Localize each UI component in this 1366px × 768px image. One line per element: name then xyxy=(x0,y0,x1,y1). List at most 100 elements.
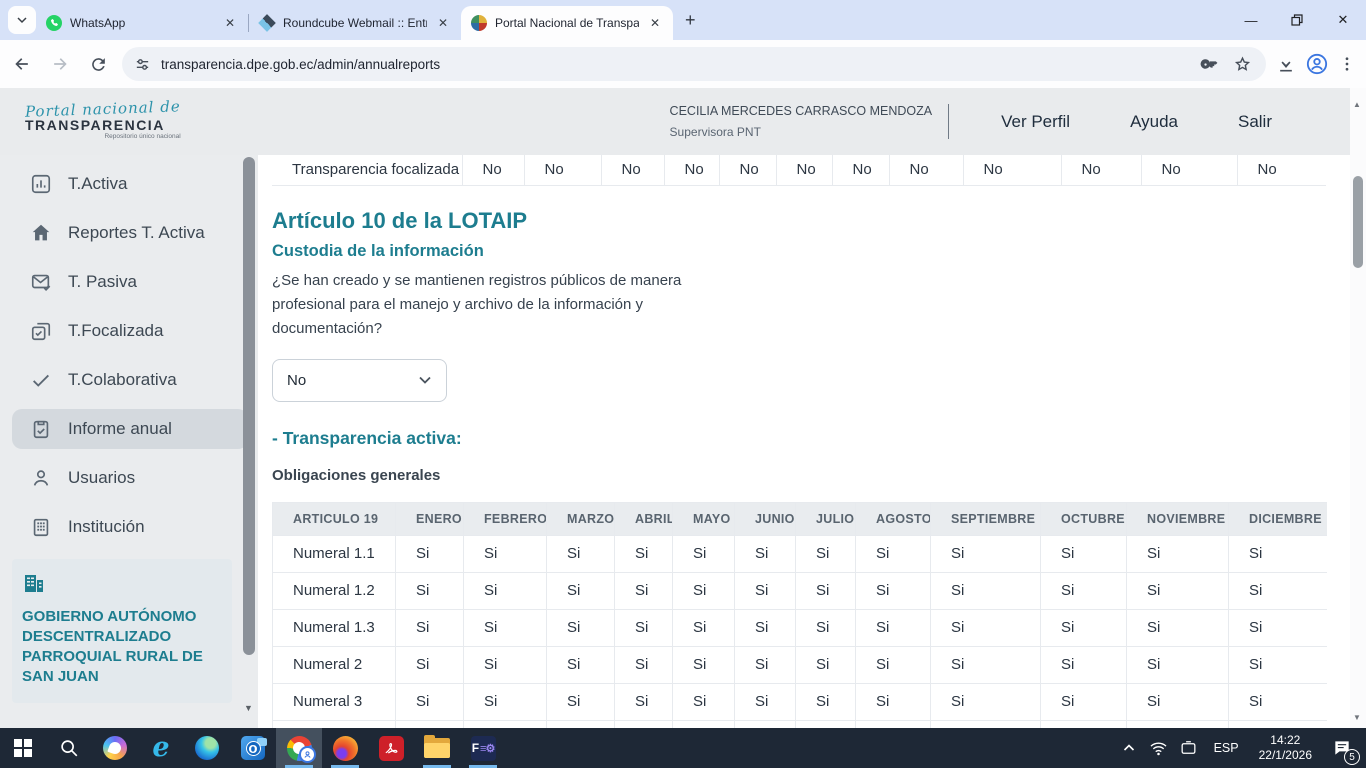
display-device-icon[interactable] xyxy=(1176,728,1202,768)
sidebar-item-t-pasiva[interactable]: T. Pasiva xyxy=(12,262,248,302)
firefox-button[interactable] xyxy=(322,728,368,768)
sidebar-item-reportes-t-activa[interactable]: Reportes T. Activa xyxy=(12,213,248,253)
scroll-down-icon[interactable]: ▼ xyxy=(1353,713,1361,722)
table-cell: Si xyxy=(1127,683,1229,720)
table-cell: Si xyxy=(615,535,673,572)
taskbar-search-button[interactable] xyxy=(46,728,92,768)
sidebar-scrollbar[interactable]: ▼ xyxy=(243,157,255,717)
page-scrollbar[interactable]: ▲ ▼ xyxy=(1350,88,1366,728)
downloads-icon[interactable] xyxy=(1276,54,1296,74)
outlook-button[interactable]: o xyxy=(230,728,276,768)
tab-portal-active[interactable]: Portal Nacional de Transparenci ✕ xyxy=(461,6,673,40)
table-cell: Si xyxy=(1127,720,1229,728)
table-cell: Si xyxy=(547,683,615,720)
url-bar[interactable]: transparencia.dpe.gob.ec/admin/annualrep… xyxy=(122,47,1266,81)
close-button[interactable]: ✕ xyxy=(1320,0,1366,40)
minimize-button[interactable]: — xyxy=(1228,0,1274,40)
mail-check-icon xyxy=(30,271,54,293)
tab-close-icon[interactable]: ✕ xyxy=(647,15,663,31)
user-role: Supervisora PNT xyxy=(670,125,933,139)
sidebar-scroll-down-icon[interactable]: ▼ xyxy=(244,703,253,713)
taskbar: e o F≡⚙ ESP 14:22 22/1/2026 xyxy=(0,728,1366,768)
table-cell: Si xyxy=(396,535,464,572)
bookmark-star-icon[interactable] xyxy=(1233,55,1252,74)
restore-button[interactable] xyxy=(1274,0,1320,40)
answer-select[interactable]: No xyxy=(272,359,447,402)
password-key-icon[interactable] xyxy=(1200,55,1219,74)
sidebar-item-t-colaborativa[interactable]: T.Colaborativa xyxy=(12,360,248,400)
table-row: Numeral 1.3SiSiSiSiSiSiSiSiSiSiSiSi xyxy=(273,609,1327,646)
organization-panel[interactable]: GOBIERNO AUTÓNOMO DESCENTRALIZADO PARROQ… xyxy=(12,559,232,703)
subsection-title: Obligaciones generales xyxy=(272,467,1350,484)
tab-close-icon[interactable]: ✕ xyxy=(435,15,451,31)
reload-icon[interactable] xyxy=(82,48,114,80)
chrome-button[interactable] xyxy=(276,728,322,768)
table-cell: Si xyxy=(396,572,464,609)
obligaciones-table: ARTICULO 19ENEROFEBREROMARZOABRILMAYOJUN… xyxy=(272,502,1327,729)
table-cell: Si xyxy=(856,572,931,609)
sidebar-scrollbar-thumb[interactable] xyxy=(243,157,255,655)
check-icon xyxy=(30,369,54,391)
edge-button[interactable] xyxy=(184,728,230,768)
table-cell: Si xyxy=(547,609,615,646)
column-header: FEBRERO xyxy=(464,502,547,535)
site-settings-icon[interactable] xyxy=(134,56,151,73)
portal-logo[interactable]: Portal nacional de TRANSPARENCIA Reposit… xyxy=(25,102,181,141)
ver-perfil-link[interactable]: Ver Perfil xyxy=(971,112,1100,132)
table-cell: Si xyxy=(396,609,464,646)
file-explorer-button[interactable] xyxy=(414,728,460,768)
table-cell: Si xyxy=(931,609,1041,646)
menu-kebab-icon[interactable] xyxy=(1338,55,1356,73)
tray-chevron-up-icon[interactable] xyxy=(1116,728,1142,768)
table-cell: Si xyxy=(931,535,1041,572)
acrobat-button[interactable] xyxy=(368,728,414,768)
tab-roundcube[interactable]: Roundcube Webmail :: Entrada ✕ xyxy=(249,6,461,40)
internet-explorer-button[interactable]: e xyxy=(138,728,184,768)
sidebar-item-institucion[interactable]: Institución xyxy=(12,507,248,547)
tab-search-button[interactable] xyxy=(8,6,36,34)
sidebar-item-t-activa[interactable]: T.Activa xyxy=(12,164,248,204)
table-row: Numeral 2SiSiSiSiSiSiSiSiSiSiSiSi xyxy=(273,646,1327,683)
logo-tagline: Repositorio único nacional xyxy=(25,134,181,141)
tab-close-icon[interactable]: ✕ xyxy=(222,15,238,31)
sidebar-item-t-focalizada[interactable]: T.Focalizada xyxy=(12,311,248,351)
ayuda-link[interactable]: Ayuda xyxy=(1100,112,1208,132)
url-text[interactable]: transparencia.dpe.gob.ec/admin/annualrep… xyxy=(161,57,1200,72)
page-scrollbar-thumb[interactable] xyxy=(1353,176,1363,268)
back-icon[interactable] xyxy=(6,48,38,80)
table-cell: Si xyxy=(1229,535,1327,572)
wifi-icon[interactable] xyxy=(1146,728,1172,768)
scroll-up-icon[interactable]: ▲ xyxy=(1353,100,1361,109)
table-cell: Si xyxy=(735,609,796,646)
roundcube-favicon xyxy=(258,14,276,32)
article-title: Artículo 10 de la LOTAIP xyxy=(272,208,1350,234)
obligaciones-table-head: ARTICULO 19ENEROFEBREROMARZOABRILMAYOJUN… xyxy=(273,502,1327,535)
notification-center-button[interactable]: 5 xyxy=(1322,728,1362,768)
table-cell: Si xyxy=(856,535,931,572)
table-cell: Si xyxy=(396,720,464,728)
table-cell: Si xyxy=(1041,720,1127,728)
table-cell: Si xyxy=(547,535,615,572)
outlook-icon: o xyxy=(241,736,265,760)
tab-whatsapp[interactable]: WhatsApp ✕ xyxy=(36,6,248,40)
table-cell: No xyxy=(776,155,832,185)
table-cell: Si xyxy=(547,572,615,609)
table-cell: Si xyxy=(464,535,547,572)
copilot-button[interactable] xyxy=(92,728,138,768)
language-indicator[interactable]: ESP xyxy=(1214,741,1239,755)
user-info: CECILIA MERCEDES CARRASCO MENDOZA Superv… xyxy=(670,104,950,139)
salir-link[interactable]: Salir xyxy=(1208,112,1280,132)
firefox-icon xyxy=(333,736,358,761)
column-header: ARTICULO 19 xyxy=(273,502,396,535)
sidebar-item-informe-anual[interactable]: Informe anual xyxy=(12,409,248,449)
column-header: NOVIEMBRE xyxy=(1127,502,1229,535)
forms-app-button[interactable]: F≡⚙ xyxy=(460,728,506,768)
copilot-icon xyxy=(103,736,127,760)
new-tab-button[interactable]: + xyxy=(685,10,696,31)
profile-icon[interactable] xyxy=(1306,53,1328,75)
sidebar-item-usuarios[interactable]: Usuarios xyxy=(12,458,248,498)
table-cell: Si xyxy=(673,720,735,728)
forward-icon[interactable] xyxy=(44,48,76,80)
start-button[interactable] xyxy=(0,728,46,768)
clock[interactable]: 14:22 22/1/2026 xyxy=(1259,733,1312,763)
